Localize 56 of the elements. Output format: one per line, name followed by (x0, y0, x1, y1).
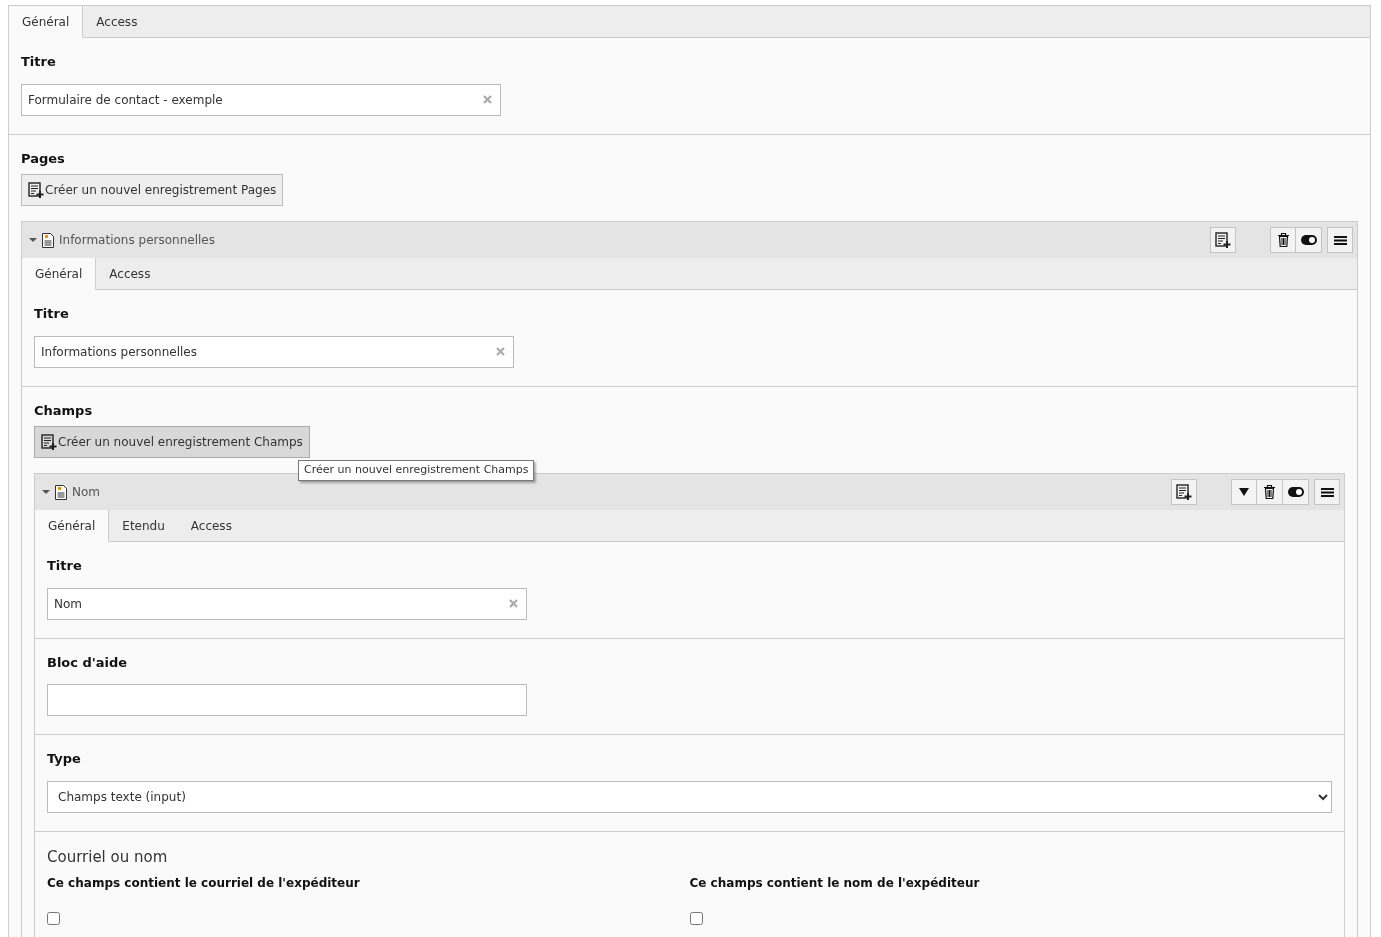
menu-button[interactable] (1314, 479, 1340, 505)
text-field[interactable] (47, 684, 527, 716)
new-record-icon (1215, 232, 1231, 248)
delete-button[interactable] (1257, 479, 1283, 505)
field-label: Titre (34, 305, 69, 323)
record-title: Nom (72, 484, 100, 501)
trash-icon (1264, 485, 1275, 499)
tab[interactable]: Général (22, 258, 97, 290)
create-record-button[interactable]: Créer un nouvel enregistrement Pages (21, 174, 284, 206)
create-record-button[interactable]: Créer un nouvel enregistrement Champs (34, 426, 310, 458)
tooltip: Créer un nouvel enregistrement Champs (298, 460, 535, 481)
field-label: Titre (47, 557, 82, 575)
tab[interactable]: Général (9, 6, 84, 38)
checkbox-label: Ce champs contient le nom de l'expéditeur (689, 875, 981, 892)
group-heading: Courriel ou nom (47, 846, 169, 868)
checkbox[interactable] (689, 912, 703, 925)
new-record-icon (41, 434, 57, 450)
delete-button[interactable] (1270, 227, 1296, 253)
new-record-button[interactable] (1171, 479, 1197, 505)
move-down-button[interactable] (1231, 479, 1257, 505)
field-label: Pages (21, 149, 65, 168)
clear-icon (509, 598, 518, 608)
tab[interactable]: Etendu (109, 510, 178, 542)
tab[interactable]: Access (177, 510, 245, 542)
clear-icon (496, 346, 505, 356)
toggle-icon (1300, 235, 1317, 245)
tab[interactable]: Général (35, 510, 110, 542)
field-label: Champs (34, 401, 93, 420)
record-header[interactable]: Informations personnelles (22, 222, 1357, 258)
new-record-button[interactable] (1210, 227, 1236, 253)
new-record-icon (1176, 484, 1192, 500)
document-icon (42, 232, 54, 248)
record-header[interactable]: Nom (35, 474, 1344, 510)
field-label: Titre (21, 53, 56, 71)
document-icon (55, 484, 67, 500)
toggle-icon (1287, 487, 1304, 497)
tab[interactable]: Access (96, 258, 164, 290)
toggle-button[interactable] (1283, 479, 1309, 505)
menu-button[interactable] (1327, 227, 1353, 253)
checkbox-label: Ce champs contient le courriel de l'expéditeur (47, 875, 361, 892)
tab[interactable]: Access (83, 6, 151, 38)
clear-icon (483, 94, 492, 104)
checkbox[interactable] (47, 912, 60, 925)
text-field[interactable]: Nom (47, 587, 527, 620)
record-title: Informations personnelles (59, 232, 215, 249)
text-field[interactable]: Informations personnelles (34, 335, 514, 368)
new-record-icon (28, 182, 44, 198)
field-label: Type (47, 750, 81, 768)
menu-icon (1333, 235, 1347, 245)
type-select[interactable]: Champs texte (input) (47, 780, 1332, 813)
text-field[interactable]: Formulaire de contact - exemple (21, 83, 501, 116)
toggle-button[interactable] (1296, 227, 1322, 253)
trash-icon (1277, 233, 1289, 247)
caret-icon (1239, 488, 1249, 496)
menu-icon (1320, 487, 1334, 497)
field-label: Bloc d'aide (47, 653, 128, 672)
